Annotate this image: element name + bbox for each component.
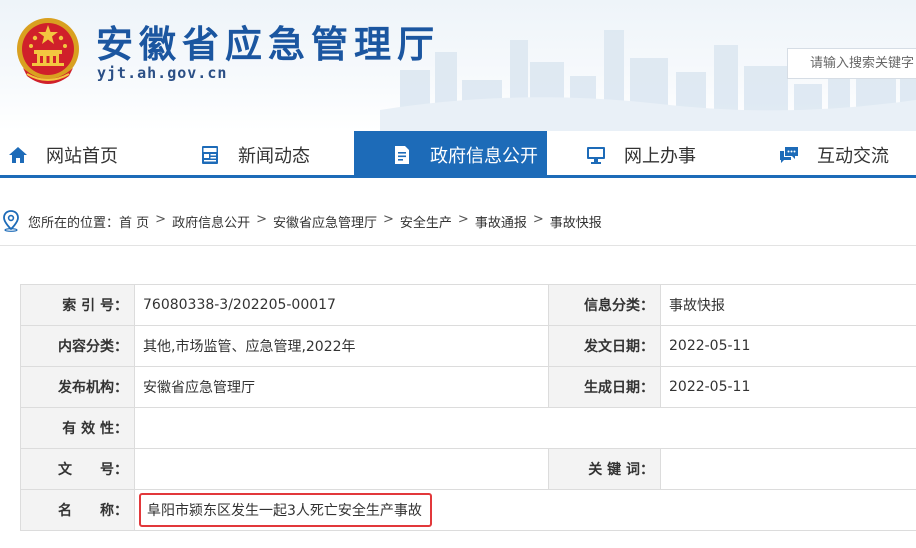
table-row: 有 效 性： (20, 407, 916, 449)
breadcrumb-separator: > (155, 212, 167, 227)
title-label: 名 称： (20, 489, 135, 531)
index-label: 索 引 号： (20, 284, 135, 326)
document-number-label: 文 号： (20, 448, 135, 490)
created-date-value: 2022-05-11 (660, 366, 916, 408)
site-domain: yjt.ah.gov.cn (97, 64, 228, 82)
nav-item-label: 网站首页 (46, 145, 118, 167)
index-value: 76080338-3/202205-00017 (134, 284, 549, 326)
breadcrumb-separator: > (457, 212, 469, 227)
chat-icon (779, 145, 799, 165)
breadcrumb-item-accident-report[interactable]: 事故通报 (475, 212, 527, 231)
publisher-label: 发布机构： (20, 366, 135, 408)
breadcrumb-prefix: 您所在的位置： (28, 216, 120, 231)
table-row: 索 引 号： 76080338-3/202205-00017 信息分类： 事故快… (20, 284, 916, 326)
nav-item-label: 互动交流 (817, 145, 889, 167)
document-info-table: 索 引 号： 76080338-3/202205-00017 信息分类： 事故快… (20, 284, 916, 531)
table-row: 内容分类： 其他,市场监管、应急管理,2022年 发文日期： 2022-05-1… (20, 325, 916, 367)
table-row: 发布机构： 安徽省应急管理厅 生成日期： 2022-05-11 (20, 366, 916, 408)
monitor-icon (586, 145, 606, 165)
category-value: 事故快报 (660, 284, 916, 326)
keywords-label: 关 键 词： (548, 448, 661, 490)
validity-value (134, 407, 916, 449)
nav-item-label: 网上办事 (624, 145, 696, 167)
publisher-value: 安徽省应急管理厅 (134, 366, 549, 408)
issue-date-value: 2022-05-11 (660, 325, 916, 367)
issue-date-label: 发文日期： (548, 325, 661, 367)
created-date-label: 生成日期： (548, 366, 661, 408)
breadcrumb-separator: > (256, 212, 267, 227)
nav-item-label: 新闻动态 (238, 145, 310, 167)
nav-item-interaction[interactable]: 互动交流 (779, 131, 889, 178)
content-category-value: 其他,市场监管、应急管理,2022年 (134, 325, 549, 367)
title-value-cell: 阜阳市颍东区发生一起3人死亡安全生产事故 (134, 489, 916, 531)
national-emblem-icon (17, 18, 79, 84)
search-input[interactable]: 请输入搜索关键字 (787, 48, 916, 79)
breadcrumb-item-accident-bulletin[interactable]: 事故快报 (550, 212, 602, 231)
site-title: 安徽省应急管理厅 (96, 23, 440, 66)
breadcrumb: 您所在的位置： 首 页 > 政府信息公开 > 安徽省应急管理厅 > 安全生产 >… (0, 200, 916, 246)
nav-item-gov-info[interactable]: 政府信息公开 (354, 131, 547, 178)
location-pin-icon (3, 210, 19, 232)
validity-label: 有 效 性： (20, 407, 135, 449)
site-header: 安徽省应急管理厅 yjt.ah.gov.cn 请输入搜索关键字 (0, 0, 916, 131)
document-icon (392, 145, 412, 165)
home-icon (8, 145, 28, 165)
document-number-value (134, 448, 549, 490)
breadcrumb-item-gov-info[interactable]: 政府信息公开 (172, 212, 250, 231)
breadcrumb-item-safety[interactable]: 安全生产 (400, 212, 452, 231)
content-category-label: 内容分类： (20, 325, 135, 367)
table-row: 文 号： 关 键 词： (20, 448, 916, 490)
breadcrumb-item-home[interactable]: 首 页 (119, 212, 149, 231)
news-icon (200, 145, 220, 165)
breadcrumb-separator: > (383, 212, 394, 227)
breadcrumb-separator: > (532, 212, 544, 227)
nav-item-label: 政府信息公开 (430, 145, 538, 167)
category-label: 信息分类： (548, 284, 661, 326)
nav-item-home[interactable]: 网站首页 (8, 131, 118, 178)
nav-item-news[interactable]: 新闻动态 (200, 131, 310, 178)
keywords-value (660, 448, 916, 490)
breadcrumb-item-department[interactable]: 安徽省应急管理厅 (273, 212, 377, 231)
title-value: 阜阳市颍东区发生一起3人死亡安全生产事故 (139, 493, 432, 527)
table-row: 名 称： 阜阳市颍东区发生一起3人死亡安全生产事故 (20, 489, 916, 531)
nav-item-online-services[interactable]: 网上办事 (586, 131, 696, 178)
main-nav: 网站首页 新闻动态 政府信息公开 网上办事 互动交流 (0, 131, 916, 178)
